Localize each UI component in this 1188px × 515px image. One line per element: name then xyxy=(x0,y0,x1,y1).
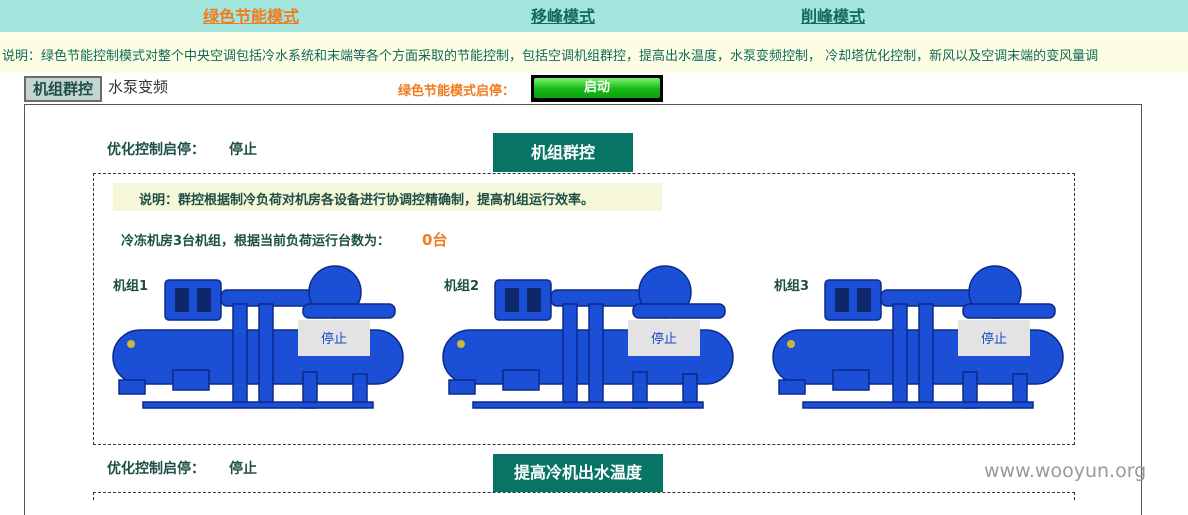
peak-mode-link[interactable]: 削峰模式 xyxy=(801,3,865,27)
unit-status-1[interactable]: 停止 xyxy=(321,331,347,347)
running-count-label: 冷冻机房3台机组，根据当前负荷运行台数为： xyxy=(121,234,391,249)
green-mode-link[interactable]: 绿色节能模式 xyxy=(203,3,299,27)
raise-temp-box xyxy=(93,492,1075,500)
opt-control-label: 优化控制启停： xyxy=(107,142,205,158)
start-button-label: 启动 xyxy=(534,78,660,98)
unit-status-2[interactable]: 停止 xyxy=(651,331,677,347)
mode-bar: 绿色节能模式 移峰模式 削峰模式 xyxy=(0,0,1188,32)
opt-control-label-2: 优化控制启停： xyxy=(107,461,205,477)
running-count-value: 0台 xyxy=(422,231,448,249)
note-box: 说明：群控根据制冷负荷对机房各设备进行协调控精确制，提高机组运行效率。 xyxy=(113,183,662,211)
section-title-unit-group: 机组群控 xyxy=(493,133,633,172)
tab-pump-vfd[interactable]: 水泵变频 xyxy=(108,76,168,98)
tab-unit-group[interactable]: 机组群控 xyxy=(24,76,102,102)
chiller-unit-icon: 停止 xyxy=(772,265,1064,409)
description-text: 说明：绿色节能控制模式对整个中央空调包括冷水系统和末端等各个方面采取的节能控制，… xyxy=(2,49,1099,64)
shift-mode-link[interactable]: 移峰模式 xyxy=(531,3,595,27)
watermark: www.wooyun.org xyxy=(984,460,1147,482)
green-mode-toggle-label: 绿色节能模式启停： xyxy=(398,84,516,99)
opt-control-status-2[interactable]: 停止 xyxy=(229,458,257,478)
note-text: 说明：群控根据制冷负荷对机房各设备进行协调控精确制，提高机组运行效率。 xyxy=(139,193,595,208)
start-button[interactable]: 启动 xyxy=(531,75,663,102)
section-title-raise-temp: 提高冷机出水温度 xyxy=(493,454,663,492)
chiller-unit-icon: 停止 xyxy=(442,265,734,409)
description-bar: 说明：绿色节能控制模式对整个中央空调包括冷水系统和末端等各个方面采取的节能控制，… xyxy=(0,33,1188,73)
chiller-unit-icon: 停止 xyxy=(112,265,404,409)
unit-status-3[interactable]: 停止 xyxy=(981,331,1007,347)
opt-control-status[interactable]: 停止 xyxy=(229,139,257,159)
